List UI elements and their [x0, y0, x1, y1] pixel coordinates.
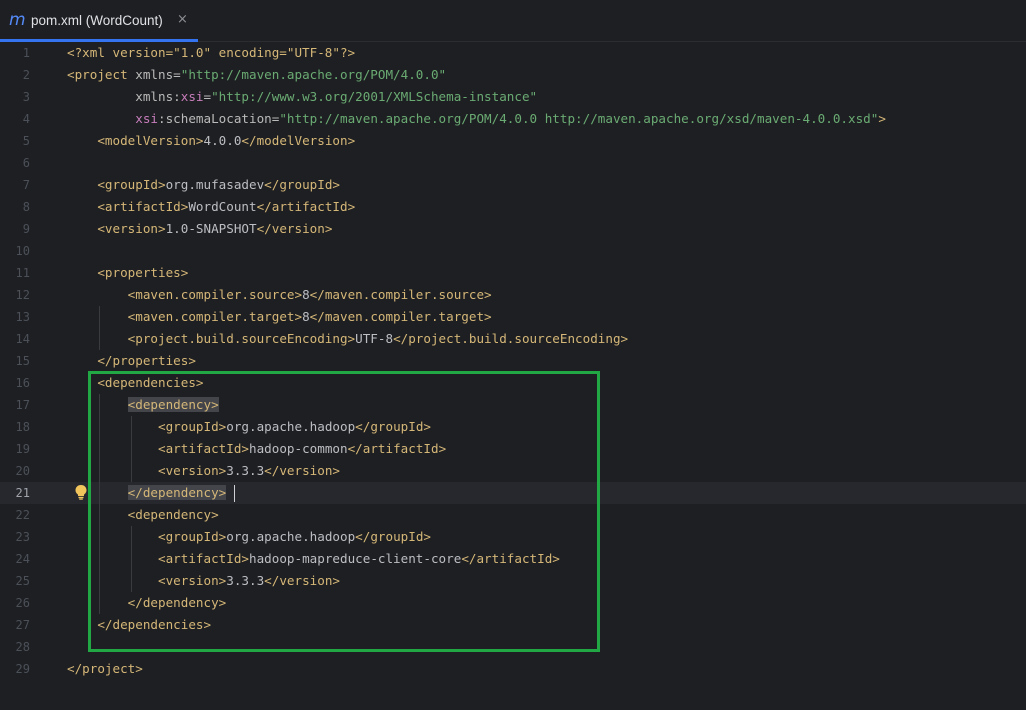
indent-guide [99, 306, 100, 350]
line-number: 19 [15, 442, 30, 456]
line-number: 5 [22, 134, 30, 148]
code-line[interactable]: <properties> [67, 262, 188, 284]
code-token: 8 [302, 309, 310, 324]
code-token: <version> [97, 221, 166, 236]
lightbulb-icon[interactable] [74, 484, 88, 500]
dependencies-highlight-box [88, 371, 600, 652]
line-number: 4 [22, 112, 30, 126]
line-number: 16 [15, 376, 30, 390]
line-number: 28 [15, 640, 30, 654]
line-number: 7 [22, 178, 30, 192]
line-number: 24 [15, 552, 30, 566]
code-line[interactable]: <artifactId>WordCount</artifactId> [67, 196, 355, 218]
code-token: xsi [180, 89, 204, 104]
editor-tab-bar: m pom.xml (WordCount) × [0, 0, 1026, 42]
code-line[interactable]: <version>1.0-SNAPSHOT</version> [67, 218, 332, 240]
line-number: 14 [15, 332, 30, 346]
code-token: > [878, 111, 886, 126]
tab-pom-xml[interactable]: m pom.xml (WordCount) × [0, 0, 198, 42]
code-token: UTF-8 [355, 331, 394, 346]
code-token: <modelVersion> [97, 133, 204, 148]
code-token: 4.0.0 [203, 133, 242, 148]
code-token: org.mufasadev [165, 177, 265, 192]
line-number: 2 [22, 68, 30, 82]
code-line[interactable]: <project.build.sourceEncoding>UTF-8</pro… [67, 328, 628, 350]
code-token: </maven.compiler.target> [309, 309, 492, 324]
code-token: </version> [256, 221, 333, 236]
code-token: :schemaLocation= [158, 111, 280, 126]
code-token: = [203, 89, 212, 104]
code-line[interactable]: xmlns:xsi="http://www.w3.org/2001/XMLSch… [67, 86, 537, 108]
code-token: 1.0-SNAPSHOT [165, 221, 257, 236]
line-number: 8 [22, 200, 30, 214]
line-number: 11 [15, 266, 30, 280]
line-number: 10 [15, 244, 30, 258]
code-token: <maven.compiler.target> [127, 309, 303, 324]
line-number: 3 [22, 90, 30, 104]
line-number: 15 [15, 354, 30, 368]
close-icon[interactable]: × [177, 11, 188, 29]
code-token: <properties> [97, 265, 189, 280]
code-token: 8 [302, 287, 310, 302]
code-line[interactable]: <project xmlns="http://maven.apache.org/… [67, 64, 446, 86]
code-line[interactable]: <modelVersion>4.0.0</modelVersion> [67, 130, 355, 152]
line-number: 12 [15, 288, 30, 302]
tab-label: pom.xml (WordCount) [31, 13, 163, 28]
code-token: <project [67, 67, 136, 82]
maven-m-icon: m [9, 10, 26, 30]
line-number: 13 [15, 310, 30, 324]
line-number: 22 [15, 508, 30, 522]
line-number: 25 [15, 574, 30, 588]
code-token: "http://maven.apache.org/POM/4.0.0" [180, 67, 447, 82]
code-token: </properties> [97, 353, 196, 368]
line-number: 27 [15, 618, 30, 632]
code-token: WordCount [188, 199, 257, 214]
code-line[interactable]: <?xml version="1.0" encoding="UTF-8"?> [67, 42, 355, 64]
code-token: "http://maven.apache.org/POM/4.0.0 http:… [279, 111, 879, 126]
code-token: <artifactId> [97, 199, 189, 214]
line-number: 23 [15, 530, 30, 544]
code-token: xsi [135, 111, 158, 126]
code-token: <groupId> [97, 177, 166, 192]
line-number: 21 [15, 486, 30, 500]
line-number: 6 [22, 156, 30, 170]
line-number: 17 [15, 398, 30, 412]
line-number: 9 [22, 222, 30, 236]
code-token: </maven.compiler.source> [309, 287, 492, 302]
code-line[interactable]: xsi:schemaLocation="http://maven.apache.… [67, 108, 886, 130]
code-line[interactable]: <groupId>org.mufasadev</groupId> [67, 174, 340, 196]
code-token: "http://www.w3.org/2001/XMLSchema-instan… [211, 89, 538, 104]
line-number: 26 [15, 596, 30, 610]
line-number: 1 [22, 46, 30, 60]
code-line[interactable]: <maven.compiler.target>8</maven.compiler… [67, 306, 492, 328]
code-line[interactable]: </properties> [67, 350, 196, 372]
code-line[interactable]: </project> [67, 658, 143, 680]
code-token: <project.build.sourceEncoding> [127, 331, 356, 346]
code-token: </project.build.sourceEncoding> [393, 331, 629, 346]
line-number: 20 [15, 464, 30, 478]
line-number: 29 [15, 662, 30, 676]
code-line[interactable]: <maven.compiler.source>8</maven.compiler… [67, 284, 492, 306]
line-number: 18 [15, 420, 30, 434]
code-token: </modelVersion> [241, 133, 356, 148]
code-token: </groupId> [264, 177, 340, 192]
code-token: </artifactId> [256, 199, 356, 214]
code-token: </project> [67, 661, 143, 676]
code-token: <maven.compiler.source> [127, 287, 303, 302]
code-token: <?xml version="1.0" encoding="UTF-8"?> [67, 45, 356, 60]
code-token: xmlns: [135, 89, 181, 104]
code-token: xmlns= [135, 67, 181, 82]
